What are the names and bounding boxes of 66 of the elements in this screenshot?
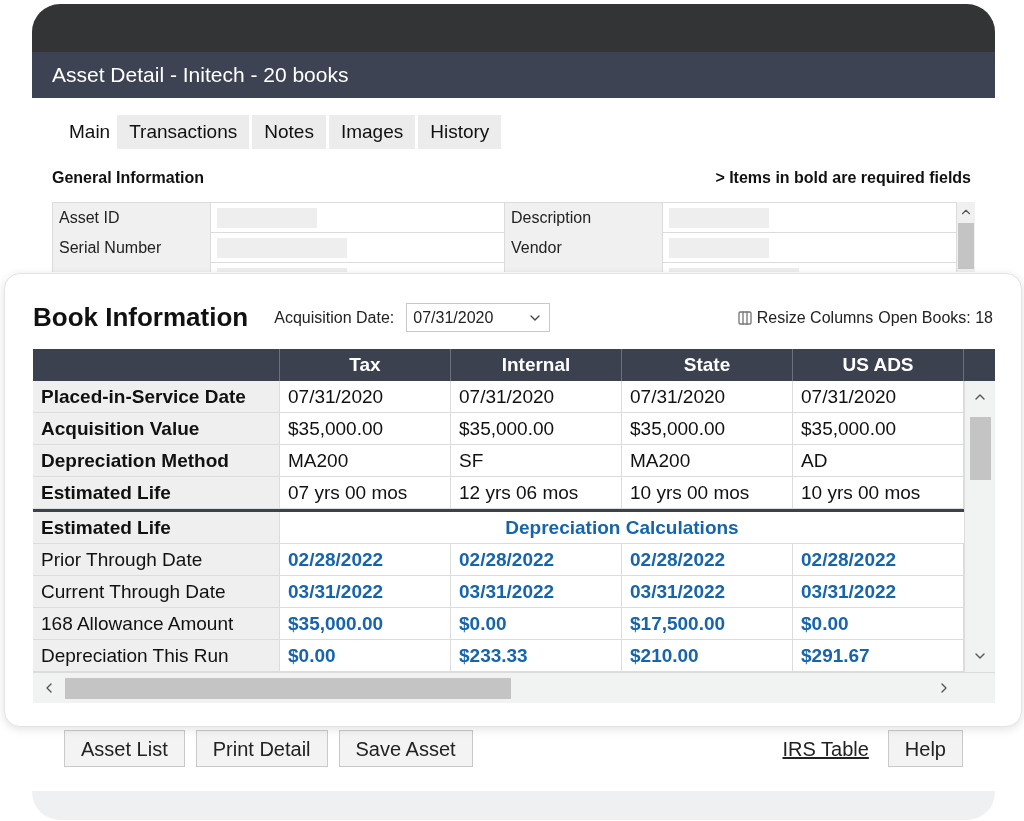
required-fields-note: > Items in bold are required fields: [715, 168, 971, 188]
table-cell: $233.33: [451, 640, 622, 671]
row-label: Current Through Date: [33, 576, 280, 607]
vertical-scrollbar[interactable]: [964, 381, 995, 672]
column-header: State: [622, 349, 793, 381]
row-label: Depreciation This Run: [33, 640, 280, 671]
section-heading: Depreciation Calculations: [504, 516, 740, 540]
field-label: Serial Number: [53, 233, 211, 263]
scrollbar-thumb[interactable]: [969, 417, 991, 480]
tab[interactable]: Images: [328, 115, 416, 149]
tab[interactable]: Transactions: [117, 115, 250, 149]
table-cell: 03/31/2022: [451, 576, 622, 607]
section-title: General Information: [52, 168, 205, 188]
action-button[interactable]: Help: [887, 730, 963, 767]
table-cell: 02/28/2022: [622, 544, 793, 575]
row-label: Prior Through Date: [33, 544, 280, 575]
table-cell: 02/28/2022: [451, 544, 622, 575]
card-title: Book Information: [33, 301, 249, 334]
row-label: Depreciation Method: [33, 445, 280, 476]
row-label: Placed-in-Service Date: [33, 381, 280, 412]
window-title: Asset Detail - Initech - 20 books: [52, 62, 349, 89]
table-cell: $35,000.00: [451, 413, 622, 444]
column-header: US ADS: [793, 349, 964, 381]
table-cell: 07/31/2020: [622, 381, 793, 412]
action-button[interactable]: Print Detail: [195, 730, 328, 767]
table-cell: 07/31/2020: [280, 381, 451, 412]
table-cell: 12 yrs 06 mos: [451, 477, 622, 508]
vertical-scrollbar[interactable]: [957, 202, 975, 272]
table-cell: SF: [451, 445, 622, 476]
action-button[interactable]: Asset List: [64, 730, 185, 767]
column-header: Tax: [280, 349, 451, 381]
resize-columns-link[interactable]: Resize Columns: [756, 305, 874, 330]
table-cell: $35,000.00: [622, 413, 793, 444]
tab[interactable]: Notes: [252, 115, 326, 149]
table-cell: MA200: [280, 445, 451, 476]
irs-table-link[interactable]: IRS Table: [782, 733, 869, 764]
column-header: Internal: [451, 349, 622, 381]
field-label: Asset ID: [53, 203, 211, 233]
table-cell: 07 yrs 00 mos: [280, 477, 451, 508]
columns-icon[interactable]: [736, 309, 753, 326]
table-cell: $0.00: [280, 640, 451, 671]
row-label: Estimated Life: [33, 512, 280, 543]
table-cell: 10 yrs 00 mos: [622, 477, 793, 508]
row-label: Estimated Life: [33, 477, 280, 508]
acquisition-date-select[interactable]: 07/31/2020: [406, 303, 551, 332]
table-cell: $35,000.00: [280, 413, 451, 444]
open-books-count: Open Books: 18: [878, 307, 993, 328]
table-cell: $35,000.00: [280, 608, 451, 639]
table-cell: $210.00: [622, 640, 793, 671]
row-label: 168 Allowance Amount: [33, 608, 280, 639]
acquisition-date-label: Acquisition Date:: [274, 307, 395, 328]
table-cell: 03/31/2022: [622, 576, 793, 607]
table-cell: 07/31/2020: [451, 381, 622, 412]
table-cell: 02/28/2022: [280, 544, 451, 575]
horizontal-scrollbar[interactable]: [33, 672, 995, 703]
scrollbar-thumb[interactable]: [958, 223, 974, 269]
tab[interactable]: History: [418, 115, 502, 149]
field-label: Vendor: [505, 233, 663, 263]
scrollbar-thumb[interactable]: [65, 677, 511, 699]
table-cell: $0.00: [451, 608, 622, 639]
row-label: Acquisition Value: [33, 413, 280, 444]
table-cell: $17,500.00: [622, 608, 793, 639]
table-cell: MA200: [622, 445, 793, 476]
field-label: Description: [505, 203, 663, 233]
action-button[interactable]: Save Asset: [338, 730, 473, 767]
table-cell: 03/31/2022: [280, 576, 451, 607]
